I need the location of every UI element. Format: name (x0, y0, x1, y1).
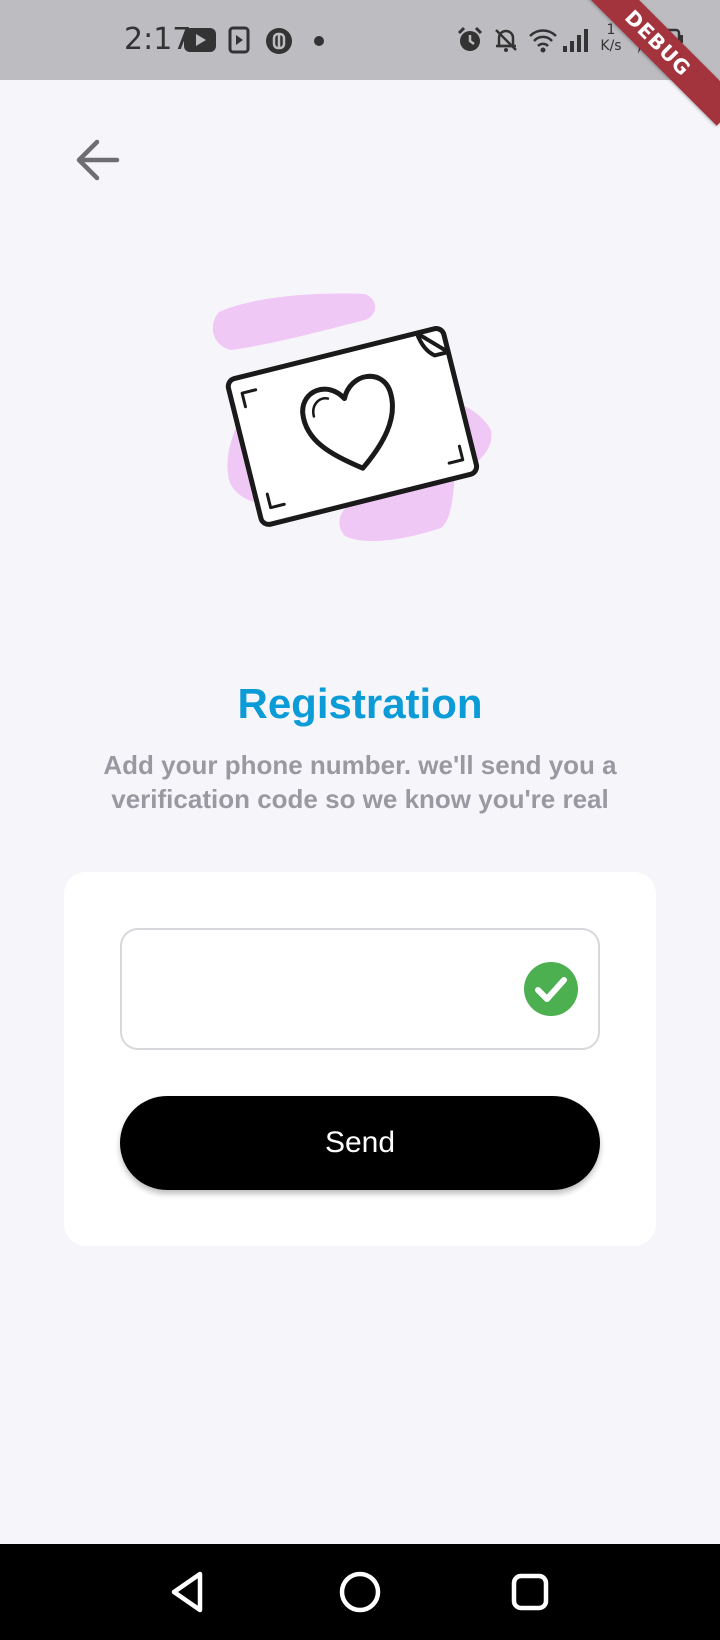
page-title: Registration (237, 680, 483, 727)
check-circle-icon (524, 962, 578, 1016)
arrow-left-icon (76, 139, 120, 181)
page-subtitle: Add your phone number. we'll send you a … (103, 750, 617, 814)
media-icon (228, 26, 250, 54)
phone-number-input[interactable] (142, 930, 502, 1048)
navigation-bar (0, 1544, 720, 1640)
phone-number-field[interactable] (120, 928, 600, 1050)
love-letter-illustration (205, 290, 495, 560)
status-time: 2:17 (124, 22, 192, 57)
status-bar: 2:17 1 K/s DEBUG (0, 0, 720, 126)
app-notification-icon (266, 28, 292, 54)
debug-banner: DEBUG (575, 0, 720, 126)
net-speed-unit: K/s (600, 38, 622, 54)
signal-icon (563, 29, 588, 52)
back-nav-icon[interactable] (164, 1566, 216, 1618)
back-button[interactable] (62, 130, 132, 190)
recents-nav-icon[interactable] (504, 1566, 556, 1618)
notification-dot (314, 36, 324, 46)
send-button[interactable]: Send (120, 1096, 600, 1190)
bell-off-icon (495, 29, 517, 52)
youtube-icon (184, 28, 216, 52)
alarm-icon (457, 26, 483, 51)
wifi-icon (529, 29, 557, 53)
registration-card: Send (64, 872, 656, 1246)
home-nav-icon[interactable] (334, 1566, 386, 1618)
